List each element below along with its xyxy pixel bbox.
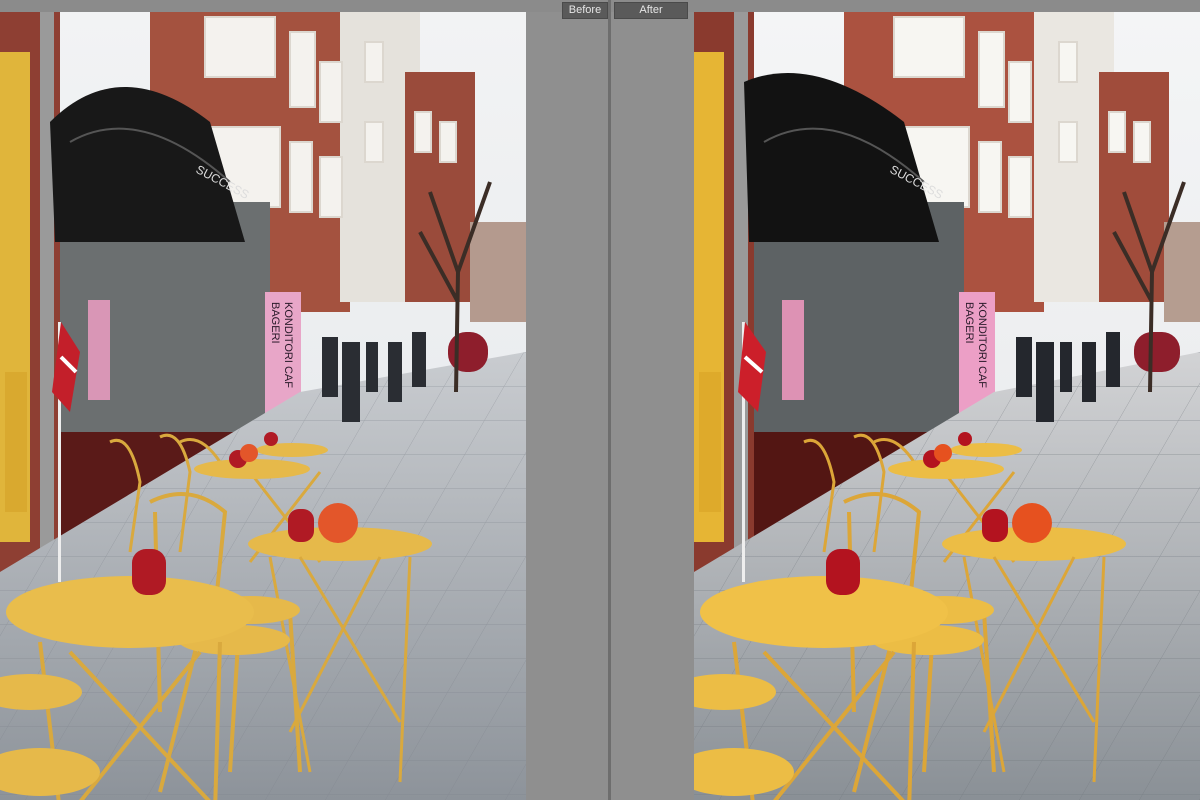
- after-label: After: [614, 2, 688, 19]
- before-photo: SUCCESS BAGERI KONDITORI CAF: [0, 12, 526, 800]
- svg-text:KONDITORI CAF: KONDITORI CAF: [976, 302, 988, 388]
- after-photo-pane[interactable]: SUCCESS BAGERI KONDITORI CAF: [694, 12, 1200, 800]
- after-photo: SUCCESS BAGERI KONDITORI CAF: [694, 12, 1200, 800]
- svg-text:KONDITORI CAF: KONDITORI CAF: [282, 302, 294, 388]
- before-photo-pane[interactable]: SUCCESS BAGERI KONDITORI CAF: [0, 12, 526, 800]
- svg-text:BAGERI: BAGERI: [269, 302, 281, 344]
- before-label: Before: [562, 2, 608, 19]
- svg-text:BAGERI: BAGERI: [963, 302, 975, 344]
- pane-divider[interactable]: [608, 0, 611, 800]
